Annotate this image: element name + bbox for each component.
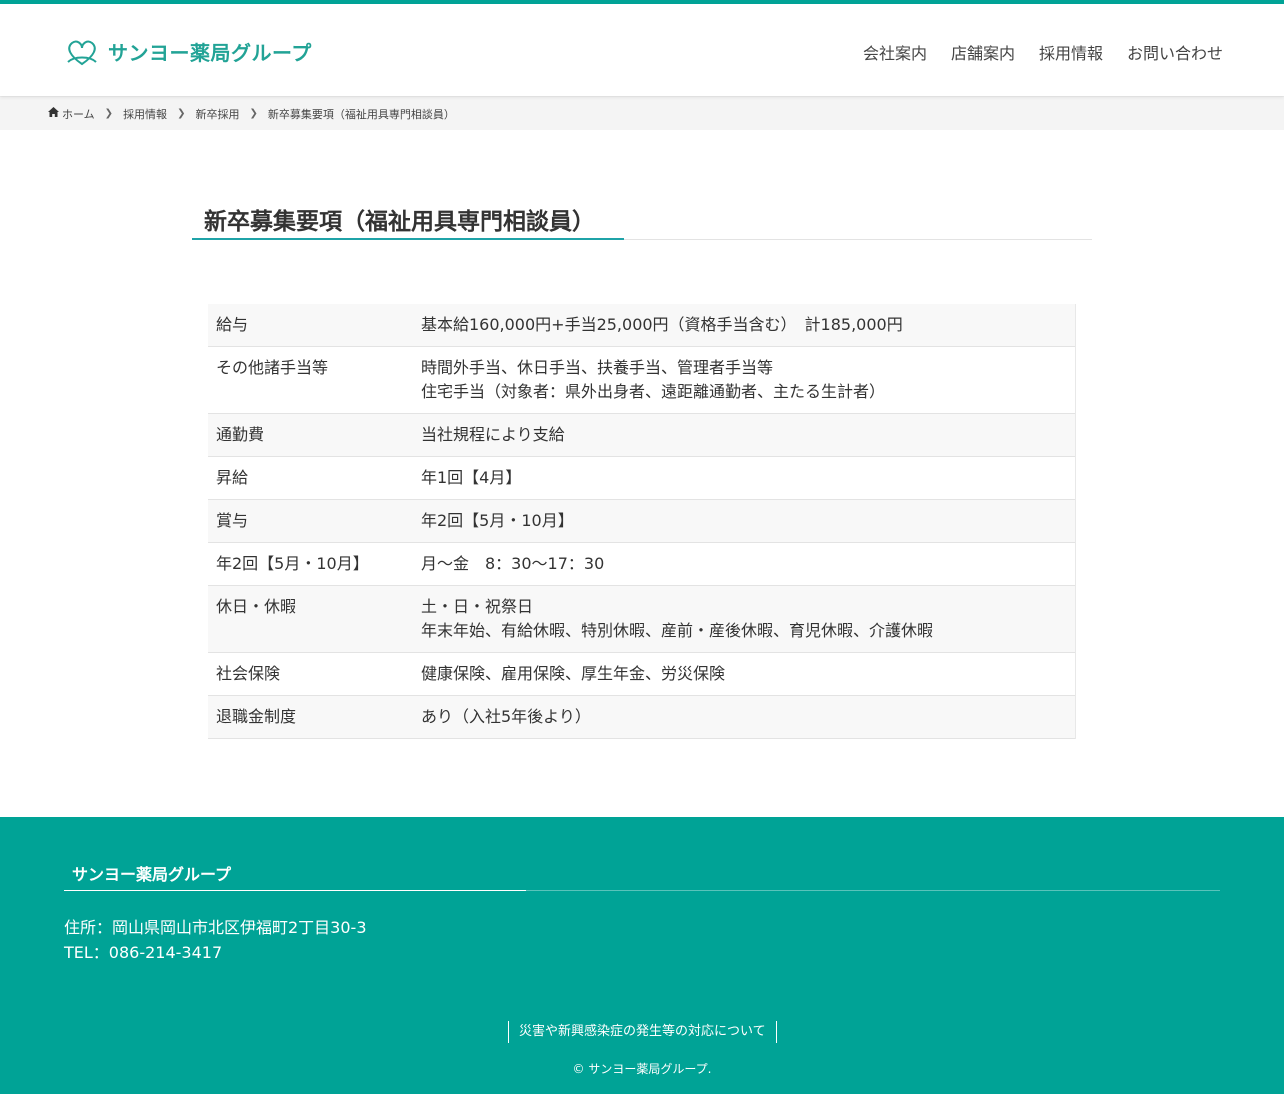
row-value-line: 土・日・祝祭日: [421, 597, 534, 616]
global-nav: 会社案内 店舗案内 採用情報 お問い合わせ: [863, 40, 1223, 64]
site-header: サンヨー薬局グループ 会社案内 店舗案内 採用情報 お問い合わせ: [0, 4, 1284, 96]
title-underline: [192, 238, 624, 240]
table-row: 通勤費 当社規程により支給: [208, 413, 1076, 457]
row-value: 当社規程により支給: [413, 413, 1076, 457]
footer-underline: [64, 890, 526, 891]
row-value-line: 年末年始、有給休暇、特別休暇、産前・産後休暇、育児休暇、介護休暇: [421, 621, 934, 640]
breadcrumb-recruit[interactable]: 採用情報: [123, 106, 167, 122]
breadcrumb-home[interactable]: ホーム: [48, 106, 95, 122]
footer-heading: サンヨー薬局グループ: [72, 865, 232, 884]
row-value: 基本給160,000円+手当25,000円（資格手当含む） 計185,000円: [413, 304, 1076, 347]
home-icon: [48, 107, 59, 120]
breadcrumb-new-grad[interactable]: 新卒採用: [195, 106, 239, 122]
row-label: 退職金制度: [216, 707, 297, 726]
row-value-line: あり（入社5年後より）: [421, 707, 591, 726]
row-value-line: 健康保険、雇用保険、厚生年金、労災保険: [421, 664, 726, 683]
main-content: 新卒募集要項（福祉用具専門相談員） 給与 基本給160,000円+手当25,000…: [0, 130, 1284, 817]
table-row: 昇給 年1回【4月】: [208, 456, 1076, 500]
footer-address: 住所：岡山県岡山市北区伊福町2丁目30-3: [64, 918, 367, 937]
chevron-right-icon: ❯: [249, 108, 258, 119]
chevron-right-icon: ❯: [104, 108, 114, 119]
table-row: 給与 基本給160,000円+手当25,000円（資格手当含む） 計185,000…: [208, 304, 1076, 347]
nav-stores[interactable]: 店舗案内: [951, 40, 1015, 64]
row-label: 給与: [216, 315, 249, 334]
row-value-line: 月～金 8：30～17：30: [421, 554, 605, 573]
breadcrumb-home-label: ホーム: [62, 107, 95, 121]
row-label: その他諸手当等: [216, 358, 329, 377]
nav-company[interactable]: 会社案内: [863, 40, 927, 64]
footer-tel: TEL：086-214-3417: [64, 943, 223, 962]
table-row: 社会保険 健康保険、雇用保険、厚生年金、労災保険: [208, 652, 1076, 696]
row-value: 年2回【5月・10月】: [413, 499, 1076, 543]
table-row: 休日・休暇 土・日・祝祭日年末年始、有給休暇、特別休暇、産前・産後休暇、育児休暇、…: [208, 585, 1076, 653]
chevron-right-icon: ❯: [177, 108, 186, 119]
row-label: 賞与: [216, 511, 249, 530]
row-value-line: 基本給160,000円+手当25,000円（資格手当含む） 計185,000円: [421, 315, 903, 334]
site-footer: サンヨー薬局グループ 住所：岡山県岡山市北区伊福町2丁目30-3 TEL：086…: [0, 817, 1284, 1094]
table-row: 退職金制度 あり（入社5年後より）: [208, 695, 1076, 739]
row-label: 休日・休暇: [216, 597, 297, 616]
logo-text: サンヨー薬局グループ: [108, 41, 312, 65]
nav-contact[interactable]: お問い合わせ: [1127, 40, 1223, 64]
table-row: その他諸手当等 時間外手当、休日手当、扶養手当、管理者手当等住宅手当（対象者：県外…: [208, 346, 1076, 414]
row-value: 年1回【4月】: [413, 456, 1076, 500]
row-value-line: 年2回【5月・10月】: [421, 511, 574, 530]
row-label: 年2回【5月・10月】: [216, 554, 369, 573]
site-logo[interactable]: サンヨー薬局グループ: [64, 37, 312, 66]
row-label: 昇給: [216, 468, 249, 487]
table-row: 年2回【5月・10月】 月～金 8：30～17：30: [208, 542, 1076, 586]
row-value-line: 時間外手当、休日手当、扶養手当、管理者手当等: [421, 358, 774, 377]
recruitment-table: 給与 基本給160,000円+手当25,000円（資格手当含む） 計185,000…: [208, 304, 1076, 739]
row-label: 社会保険: [216, 664, 281, 683]
row-label: 通勤費: [216, 425, 265, 444]
row-value: 時間外手当、休日手当、扶養手当、管理者手当等住宅手当（対象者：県外出身者、遠距離…: [413, 346, 1076, 414]
table-row: 賞与 年2回【5月・10月】: [208, 499, 1076, 543]
footer-disaster-policy-link[interactable]: 災害や新興感染症の発生等の対応について: [508, 1021, 777, 1043]
row-value: 土・日・祝祭日年末年始、有給休暇、特別休暇、産前・産後休暇、育児休暇、介護休暇: [413, 585, 1076, 653]
page-title-block: 新卒募集要項（福祉用具専門相談員）: [192, 202, 1092, 240]
row-value-line: 住宅手当（対象者：県外出身者、遠距離通勤者、主たる生計者）: [421, 382, 886, 401]
footer-heading-block: サンヨー薬局グループ: [64, 855, 1220, 891]
breadcrumb: ホーム ❯ 採用情報 ❯ 新卒採用 ❯ 新卒募集要項（福祉用具専門相談員）: [0, 96, 1284, 130]
copyright: © サンヨー薬局グループ.: [572, 1062, 712, 1076]
heart-ribbon-icon: [64, 38, 100, 66]
row-value-line: 当社規程により支給: [421, 425, 565, 444]
row-value: 月～金 8：30～17：30: [413, 542, 1076, 586]
row-value: あり（入社5年後より）: [413, 695, 1076, 739]
page-title: 新卒募集要項（福祉用具専門相談員）: [204, 209, 595, 235]
footer-contact-info: 住所：岡山県岡山市北区伊福町2丁目30-3 TEL：086-214-3417: [64, 915, 367, 965]
nav-recruit[interactable]: 採用情報: [1039, 40, 1103, 64]
row-value-line: 年1回【4月】: [421, 468, 522, 487]
row-value: 健康保険、雇用保険、厚生年金、労災保険: [413, 652, 1076, 696]
breadcrumb-current: 新卒募集要項（福祉用具専門相談員）: [267, 107, 455, 121]
